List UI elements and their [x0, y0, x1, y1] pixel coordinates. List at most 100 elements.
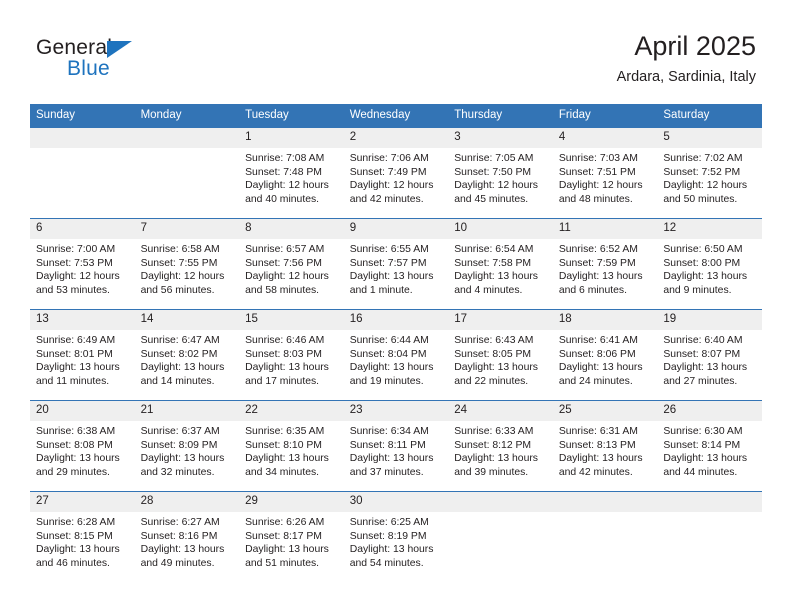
sunrise-text: Sunrise: 7:05 AM	[454, 153, 534, 164]
sunset-text: Sunset: 8:02 PM	[140, 348, 218, 360]
daylight-text-line2: and 56 minutes.	[140, 284, 215, 296]
day-details: Sunrise: 6:50 AM Sunset: 8:00 PM Daylight:…	[657, 239, 762, 297]
calendar-week-row: 1 Sunrise: 7:08 AM Sunset: 7:48 PM Daylight…	[30, 127, 762, 219]
calendar-day-cell[interactable]: 7 Sunrise: 6:58 AM Sunset: 7:55 PM Daylight…	[134, 218, 240, 310]
daylight-text-line1: Daylight: 13 hours	[245, 544, 329, 556]
day-number: 15	[239, 310, 344, 330]
sunrise-text: Sunrise: 6:58 AM	[140, 244, 220, 255]
sunset-text: Sunset: 8:19 PM	[349, 530, 427, 542]
calendar-day-cell[interactable]: 3 Sunrise: 7:05 AM Sunset: 7:50 PM Daylight…	[448, 127, 553, 219]
daylight-text-line2: and 22 minutes.	[454, 375, 529, 387]
calendar-day-cell[interactable]: 13 Sunrise: 6:49 AM Sunset: 8:01 PM Dayligh…	[30, 309, 135, 401]
day-number	[134, 128, 240, 148]
calendar-day-cell[interactable]: 27 Sunrise: 6:28 AM Sunset: 8:15 PM Dayligh…	[30, 491, 135, 582]
calendar-day-cell[interactable]: 19 Sunrise: 6:40 AM Sunset: 8:07 PM Dayligh…	[657, 309, 762, 401]
sunset-text: Sunset: 8:08 PM	[36, 439, 113, 451]
weekday-header-saturday: Saturday	[657, 104, 762, 128]
day-details: Sunrise: 7:06 AM Sunset: 7:49 PM Daylight:…	[344, 148, 449, 206]
day-number	[657, 492, 762, 512]
page-header: General Blue April 2025 Ardara, Sardinia…	[0, 0, 792, 100]
day-number: 30	[343, 492, 449, 512]
day-number: 24	[448, 401, 553, 421]
calendar-day-cell[interactable]: 14 Sunrise: 6:47 AM Sunset: 8:02 PM Dayligh…	[134, 309, 240, 401]
calendar-day-cell[interactable]: 24 Sunrise: 6:33 AM Sunset: 8:12 PM Dayligh…	[448, 400, 553, 492]
day-number: 26	[657, 401, 762, 421]
day-number: 6	[30, 219, 135, 239]
sunset-text: Sunset: 7:57 PM	[349, 257, 427, 269]
calendar-day-cell[interactable]: 6 Sunrise: 7:00 AM Sunset: 7:53 PM Daylight…	[30, 218, 135, 310]
calendar-week-row: 20 Sunrise: 6:38 AM Sunset: 8:08 PM Dayligh…	[30, 400, 762, 492]
calendar-day-cell[interactable]: 18 Sunrise: 6:41 AM Sunset: 8:06 PM Dayligh…	[552, 309, 658, 401]
calendar-week-row: 13 Sunrise: 6:49 AM Sunset: 8:01 PM Dayligh…	[30, 309, 762, 401]
day-details: Sunrise: 6:25 AM Sunset: 8:19 PM Daylight:…	[344, 512, 449, 570]
weekday-header-tuesday: Tuesday	[239, 104, 344, 128]
day-details: Sunrise: 6:26 AM Sunset: 8:17 PM Daylight:…	[239, 512, 344, 570]
sunset-text: Sunset: 7:55 PM	[140, 257, 218, 269]
day-number: 18	[552, 310, 658, 330]
calendar-day-cell[interactable]: 12 Sunrise: 6:50 AM Sunset: 8:00 PM Dayligh…	[657, 218, 762, 310]
day-details: Sunrise: 6:27 AM Sunset: 8:16 PM Daylight:…	[135, 512, 240, 570]
daylight-text-line1: Daylight: 13 hours	[349, 362, 434, 374]
calendar-day-cell[interactable]: 5 Sunrise: 7:02 AM Sunset: 7:52 PM Daylight…	[657, 127, 762, 219]
daylight-text-line1: Daylight: 12 hours	[36, 271, 120, 283]
sunrise-text: Sunrise: 6:30 AM	[663, 426, 743, 437]
calendar-day-cell[interactable]: 22 Sunrise: 6:35 AM Sunset: 8:10 PM Dayligh…	[239, 400, 344, 492]
calendar-day-cell[interactable]: 9 Sunrise: 6:55 AM Sunset: 7:57 PM Daylight…	[343, 218, 449, 310]
daylight-text-line1: Daylight: 13 hours	[454, 271, 538, 283]
daylight-text-line2: and 53 minutes.	[36, 284, 110, 296]
calendar-day-cell[interactable]: 2 Sunrise: 7:06 AM Sunset: 7:49 PM Daylight…	[343, 127, 449, 219]
daylight-text-line1: Daylight: 12 hours	[558, 180, 643, 192]
calendar-day-cell[interactable]: 10 Sunrise: 6:54 AM Sunset: 7:58 PM Dayligh…	[448, 218, 553, 310]
calendar-day-cell[interactable]: 28 Sunrise: 6:27 AM Sunset: 8:16 PM Dayligh…	[134, 491, 240, 582]
sunset-text: Sunset: 8:13 PM	[558, 439, 636, 451]
daylight-text-line2: and 45 minutes.	[454, 193, 529, 205]
calendar-empty-cell	[134, 127, 240, 219]
daylight-text-line2: and 14 minutes.	[140, 375, 215, 387]
calendar-day-cell[interactable]: 11 Sunrise: 6:52 AM Sunset: 7:59 PM Dayligh…	[552, 218, 658, 310]
day-details: Sunrise: 6:38 AM Sunset: 8:08 PM Daylight:…	[30, 421, 135, 479]
day-details: Sunrise: 6:30 AM Sunset: 8:14 PM Daylight:…	[657, 421, 762, 479]
calendar-day-cell[interactable]: 8 Sunrise: 6:57 AM Sunset: 7:56 PM Daylight…	[239, 218, 344, 310]
day-details: Sunrise: 7:00 AM Sunset: 7:53 PM Daylight:…	[30, 239, 135, 297]
day-number: 4	[552, 128, 658, 148]
day-number: 25	[552, 401, 658, 421]
calendar-day-cell[interactable]: 29 Sunrise: 6:26 AM Sunset: 8:17 PM Dayligh…	[239, 491, 344, 582]
daylight-text-line1: Daylight: 12 hours	[663, 180, 748, 192]
sunset-text: Sunset: 7:50 PM	[454, 166, 532, 178]
sunrise-text: Sunrise: 6:40 AM	[663, 335, 743, 346]
daylight-text-line1: Daylight: 12 hours	[245, 180, 329, 192]
calendar-day-cell[interactable]: 1 Sunrise: 7:08 AM Sunset: 7:48 PM Daylight…	[239, 127, 344, 219]
day-number: 8	[239, 219, 344, 239]
sunset-text: Sunset: 8:17 PM	[245, 530, 322, 542]
daylight-text-line1: Daylight: 13 hours	[245, 453, 329, 465]
calendar-day-cell[interactable]: 30 Sunrise: 6:25 AM Sunset: 8:19 PM Dayligh…	[343, 491, 449, 582]
daylight-text-line2: and 9 minutes.	[663, 284, 732, 296]
weekday-header-sunday: Sunday	[30, 104, 135, 128]
calendar-day-cell[interactable]: 17 Sunrise: 6:43 AM Sunset: 8:05 PM Dayligh…	[448, 309, 553, 401]
sunset-text: Sunset: 8:07 PM	[663, 348, 741, 360]
calendar-day-cell[interactable]: 4 Sunrise: 7:03 AM Sunset: 7:51 PM Daylight…	[552, 127, 658, 219]
calendar-day-cell[interactable]: 15 Sunrise: 6:46 AM Sunset: 8:03 PM Dayligh…	[239, 309, 344, 401]
sunrise-text: Sunrise: 6:37 AM	[140, 426, 220, 437]
day-number: 21	[134, 401, 240, 421]
calendar-day-cell[interactable]: 25 Sunrise: 6:31 AM Sunset: 8:13 PM Dayligh…	[552, 400, 658, 492]
sunrise-text: Sunrise: 6:54 AM	[454, 244, 534, 255]
sunrise-text: Sunrise: 6:47 AM	[140, 335, 220, 346]
calendar-day-cell[interactable]: 16 Sunrise: 6:44 AM Sunset: 8:04 PM Dayligh…	[343, 309, 449, 401]
sunrise-text: Sunrise: 6:38 AM	[36, 426, 116, 437]
daylight-text-line2: and 40 minutes.	[245, 193, 320, 205]
calendar-day-cell[interactable]: 26 Sunrise: 6:30 AM Sunset: 8:14 PM Dayligh…	[657, 400, 762, 492]
day-details: Sunrise: 6:49 AM Sunset: 8:01 PM Daylight:…	[30, 330, 135, 388]
daylight-text-line2: and 29 minutes.	[36, 466, 110, 478]
calendar-day-cell[interactable]: 20 Sunrise: 6:38 AM Sunset: 8:08 PM Dayligh…	[30, 400, 135, 492]
calendar-day-cell[interactable]: 21 Sunrise: 6:37 AM Sunset: 8:09 PM Dayligh…	[134, 400, 240, 492]
calendar-empty-cell	[448, 491, 553, 582]
daylight-text-line2: and 32 minutes.	[140, 466, 215, 478]
calendar-day-cell[interactable]: 23 Sunrise: 6:34 AM Sunset: 8:11 PM Dayligh…	[343, 400, 449, 492]
day-details: Sunrise: 7:05 AM Sunset: 7:50 PM Daylight:…	[448, 148, 553, 206]
sunset-text: Sunset: 8:11 PM	[349, 439, 426, 451]
sunset-text: Sunset: 7:49 PM	[349, 166, 427, 178]
sunrise-text: Sunrise: 6:34 AM	[349, 426, 429, 437]
day-details: Sunrise: 6:54 AM Sunset: 7:58 PM Daylight:…	[448, 239, 553, 297]
day-number: 27	[30, 492, 135, 512]
